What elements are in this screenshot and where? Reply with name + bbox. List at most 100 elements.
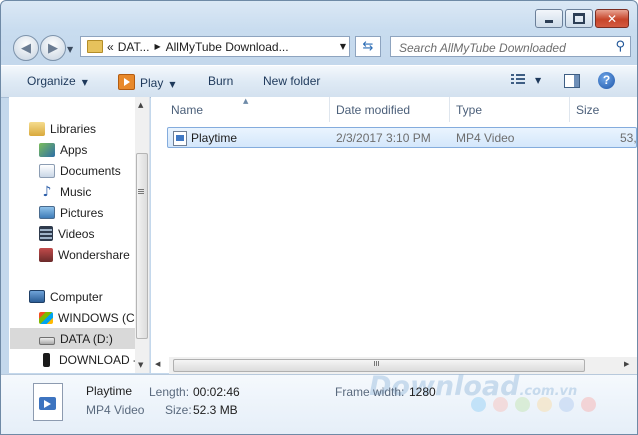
forward-button[interactable]: ▶ — [40, 35, 66, 61]
nav-item-pictures[interactable]: Pictures — [39, 202, 103, 223]
caption-buttons: ✕ — [535, 9, 629, 28]
details-size-label: Size: — [165, 403, 192, 417]
play-dropdown-icon: ▼ — [169, 80, 176, 89]
nav-libraries[interactable]: Libraries — [29, 118, 96, 139]
navigation-pane: Libraries Apps Documents ♪ Music Picture… — [9, 97, 150, 373]
back-button[interactable]: ◀ — [13, 35, 39, 61]
new-folder-button[interactable]: New folder — [263, 74, 320, 88]
watermark-dot — [515, 397, 530, 412]
breadcrumb-separator-icon[interactable]: ▶ — [154, 42, 160, 51]
watermark-dot — [559, 397, 574, 412]
pictures-icon — [39, 206, 55, 219]
play-icon — [118, 74, 135, 90]
organize-menu[interactable]: Organize ▼ — [27, 74, 88, 88]
minimize-icon — [545, 20, 553, 23]
refresh-icon: ⇆ — [362, 39, 374, 54]
breadcrumb-data-drive[interactable]: DAT... — [118, 40, 150, 54]
close-button[interactable]: ✕ — [595, 9, 629, 28]
nav-item-documents[interactable]: Documents — [39, 160, 121, 181]
address-overflow-chevrons[interactable]: « — [107, 40, 114, 54]
documents-icon — [39, 163, 55, 178]
navigation-scroll-thumb[interactable] — [136, 153, 148, 339]
nav-item-apps[interactable]: Apps — [39, 139, 87, 160]
view-options-dropdown-icon[interactable]: ▼ — [535, 76, 541, 85]
details-file-name: Playtime — [86, 384, 133, 398]
nav-item-wondershare-label: Wondershare — [58, 247, 130, 262]
nav-item-videos-label: Videos — [58, 226, 95, 241]
scroll-right-icon[interactable]: ▶ — [624, 360, 629, 368]
nav-drive-download[interactable]: DOWNLOAD - — [39, 349, 137, 370]
column-header-type[interactable]: Type — [456, 97, 482, 122]
nav-computer[interactable]: Computer — [29, 286, 103, 307]
scroll-up-icon[interactable]: ▲ — [138, 101, 143, 109]
nav-computer-label: Computer — [50, 289, 103, 304]
address-dropdown-icon[interactable]: ▼ — [340, 42, 346, 51]
close-icon: ✕ — [606, 11, 618, 26]
play-button[interactable]: Play ▼ — [118, 74, 176, 90]
videos-icon — [39, 226, 53, 241]
column-header-size[interactable]: Size — [576, 97, 599, 122]
burn-button[interactable]: Burn — [208, 74, 233, 88]
table-row[interactable]: Playtime 2/3/2017 3:10 PM MP4 Video 53,5… — [167, 127, 637, 148]
search-icon[interactable]: ⚲ — [615, 39, 625, 54]
nav-item-documents-label: Documents — [60, 163, 121, 178]
sort-ascending-icon: ▲ — [243, 97, 249, 105]
recent-pages-dropdown-icon[interactable]: ▼ — [67, 45, 73, 54]
video-thumbnail-icon — [33, 383, 63, 421]
scroll-left-icon[interactable]: ◀ — [155, 360, 160, 368]
column-divider[interactable] — [329, 97, 330, 122]
nav-item-videos[interactable]: Videos — [39, 223, 94, 244]
details-pane: Playtime MP4 Video Length: 00:02:46 Size… — [1, 371, 637, 434]
search-box[interactable]: ⚲ — [390, 36, 631, 57]
address-bar[interactable]: « DAT... ▶ AllMyTube Download... ▼ — [80, 36, 350, 57]
nav-drive-data-label: DATA (D:) — [60, 331, 113, 346]
nav-drive-windows-label: WINDOWS (C — [58, 310, 135, 325]
watermark-dot — [537, 397, 552, 412]
watermark-dots — [471, 397, 596, 412]
horizontal-grip-icon — [374, 361, 375, 366]
command-bar: Organize ▼ Play ▼ Burn New folder ▼ ? — [1, 65, 637, 98]
nav-item-music[interactable]: ♪ Music — [39, 181, 92, 202]
help-icon[interactable]: ? — [598, 72, 615, 89]
minimize-button[interactable] — [535, 9, 563, 28]
file-list: ▲ Name Date modified Type Size Playtime … — [151, 97, 637, 373]
details-file-type: MP4 Video — [86, 403, 145, 417]
preview-pane-icon[interactable] — [564, 74, 580, 88]
maximize-icon — [573, 13, 585, 24]
computer-icon — [29, 290, 45, 303]
details-frame-width-value: 1280 — [409, 385, 436, 399]
column-header-date-modified[interactable]: Date modified — [336, 97, 410, 122]
nav-drive-data[interactable]: DATA (D:) — [39, 328, 113, 349]
watermark-dot — [493, 397, 508, 412]
change-view-icon[interactable] — [511, 74, 525, 86]
explorer-window: ✕ ◀ ▶ ▼ « DAT... ▶ AllMyTube Download...… — [0, 0, 638, 435]
file-date-modified: 2/3/2017 3:10 PM — [336, 131, 431, 145]
watermark-dot — [581, 397, 596, 412]
organize-label: Organize — [27, 74, 76, 88]
nav-drive-windows[interactable]: WINDOWS (C — [39, 307, 135, 328]
wondershare-icon — [39, 247, 53, 262]
file-size: 53,587 K — [620, 131, 637, 145]
nav-item-apps-label: Apps — [60, 142, 88, 157]
column-divider[interactable] — [569, 97, 570, 122]
column-header-name[interactable]: Name — [171, 97, 203, 122]
details-length-value: 00:02:46 — [193, 385, 240, 399]
play-label: Play — [140, 76, 164, 90]
refresh-button[interactable]: ⇆ — [355, 36, 381, 57]
nav-item-pictures-label: Pictures — [60, 205, 104, 220]
column-divider[interactable] — [449, 97, 450, 122]
libraries-icon — [29, 121, 45, 136]
nav-item-music-label: Music — [60, 184, 92, 199]
search-input[interactable] — [397, 38, 611, 57]
drive-icon — [39, 336, 55, 345]
maximize-button[interactable] — [565, 9, 593, 28]
details-frame-width-label: Frame width: — [335, 385, 405, 399]
scroll-down-icon[interactable]: ▼ — [138, 361, 143, 369]
windows-drive-icon — [39, 311, 53, 324]
navigation-scrollbar[interactable]: ▲ ▼ — [135, 97, 149, 373]
breadcrumb-allmytube-folder[interactable]: AllMyTube Download... — [166, 40, 289, 54]
folder-icon — [87, 40, 103, 53]
nav-item-wondershare[interactable]: Wondershare — [39, 244, 130, 265]
organize-dropdown-icon: ▼ — [81, 78, 88, 87]
video-file-icon — [173, 131, 187, 146]
